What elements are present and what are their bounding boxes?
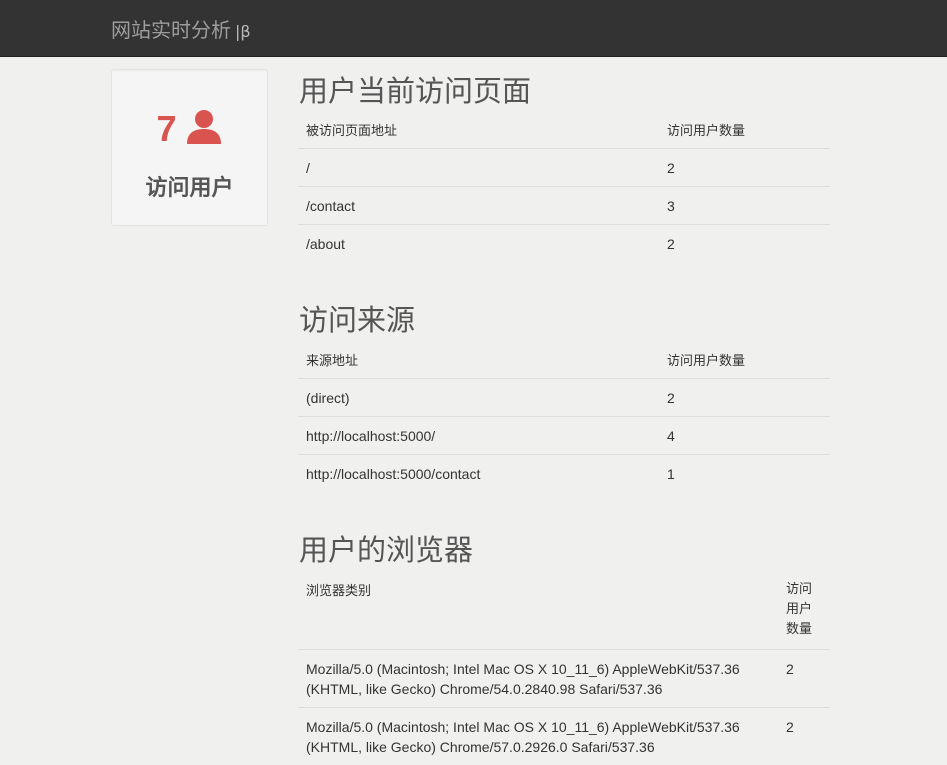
column-header: 浏览器类别 [298, 570, 778, 650]
table-header-row: 来源地址 访问用户数量 [298, 340, 830, 379]
referrers-table: 来源地址 访问用户数量 (direct) 2 http://localhost:… [298, 340, 830, 492]
pages-table: 被访问页面地址 访问用户数量 / 2 /contact 3 /about 2 [298, 110, 830, 262]
table-row: Mozilla/5.0 (Macintosh; Intel Mac OS X 1… [298, 708, 830, 765]
browser-cell: Mozilla/5.0 (Macintosh; Intel Mac OS X 1… [298, 650, 778, 708]
pages-section-title: 用户当前访问页面 [299, 68, 531, 110]
table-header-row: 被访问页面地址 访问用户数量 [298, 110, 830, 149]
beta-badge: |β [235, 22, 251, 41]
active-users-panel: 7 访问用户 [111, 69, 268, 226]
browser-cell: Mozilla/5.0 (Macintosh; Intel Mac OS X 1… [298, 708, 778, 765]
navbar: 网站实时分析|β [0, 0, 947, 57]
active-users-label: 访问用户 [112, 170, 267, 202]
browsers-table: 浏览器类别 访问用户数量 Mozilla/5.0 (Macintosh; Int… [298, 570, 830, 765]
table-row: Mozilla/5.0 (Macintosh; Intel Mac OS X 1… [298, 650, 830, 708]
brand-title: 网站实时分析 [111, 18, 231, 42]
referrer-cell: (direct) [298, 379, 659, 417]
user-count-cell: 2 [778, 708, 830, 765]
table-row: http://localhost:5000/contact 1 [298, 455, 830, 493]
user-count-cell: 2 [659, 149, 830, 187]
column-header: 访问用户数量 [659, 340, 830, 379]
user-count-cell: 1 [659, 455, 830, 493]
column-header: 被访问页面地址 [298, 110, 659, 149]
active-users-count: 7 [156, 108, 176, 149]
referrers-section-title: 访问来源 [299, 297, 415, 339]
page-path-cell: /about [298, 225, 659, 263]
table-row: (direct) 2 [298, 379, 830, 417]
page-path-cell: /contact [298, 187, 659, 225]
user-count-cell: 2 [778, 650, 830, 708]
table-row: /about 2 [298, 225, 830, 263]
table-row: http://localhost:5000/ 4 [298, 417, 830, 455]
column-header: 来源地址 [298, 340, 659, 379]
user-count-cell: 4 [659, 417, 830, 455]
table-row: /contact 3 [298, 187, 830, 225]
active-users-count-row: 7 [112, 108, 267, 150]
browsers-section-title: 用户的浏览器 [299, 527, 473, 569]
user-count-cell: 3 [659, 187, 830, 225]
user-icon [185, 109, 223, 150]
column-header: 访问用户数量 [778, 570, 830, 650]
table-header-row: 浏览器类别 访问用户数量 [298, 570, 830, 650]
table-row: / 2 [298, 149, 830, 187]
column-header: 访问用户数量 [659, 110, 830, 149]
referrer-cell: http://localhost:5000/contact [298, 455, 659, 493]
user-count-cell: 2 [659, 225, 830, 263]
brand-link[interactable]: 网站实时分析|β [111, 14, 251, 43]
user-count-cell: 2 [659, 379, 830, 417]
page-path-cell: / [298, 149, 659, 187]
referrer-cell: http://localhost:5000/ [298, 417, 659, 455]
